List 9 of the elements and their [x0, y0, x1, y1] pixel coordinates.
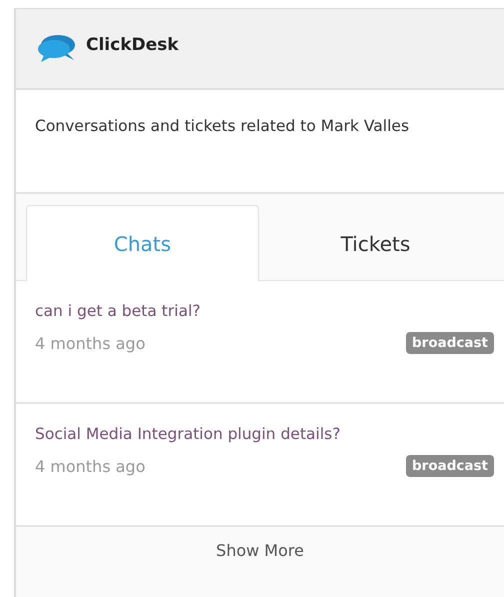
conversation-link[interactable]: Social Media Integration plugin details? — [35, 425, 340, 443]
conversation-tag: broadcast — [406, 455, 494, 477]
show-more-button[interactable]: Show More — [16, 527, 504, 597]
widget-title: ClickDesk — [86, 34, 179, 54]
conversation-time: 4 months ago — [35, 334, 146, 352]
conversation-time: 4 months ago — [35, 456, 146, 476]
conversation-tag: broadcast — [406, 332, 494, 354]
tab[interactable]: Tickets — [259, 205, 492, 281]
conversation-link[interactable]: can i get a beta trial? — [35, 302, 200, 320]
